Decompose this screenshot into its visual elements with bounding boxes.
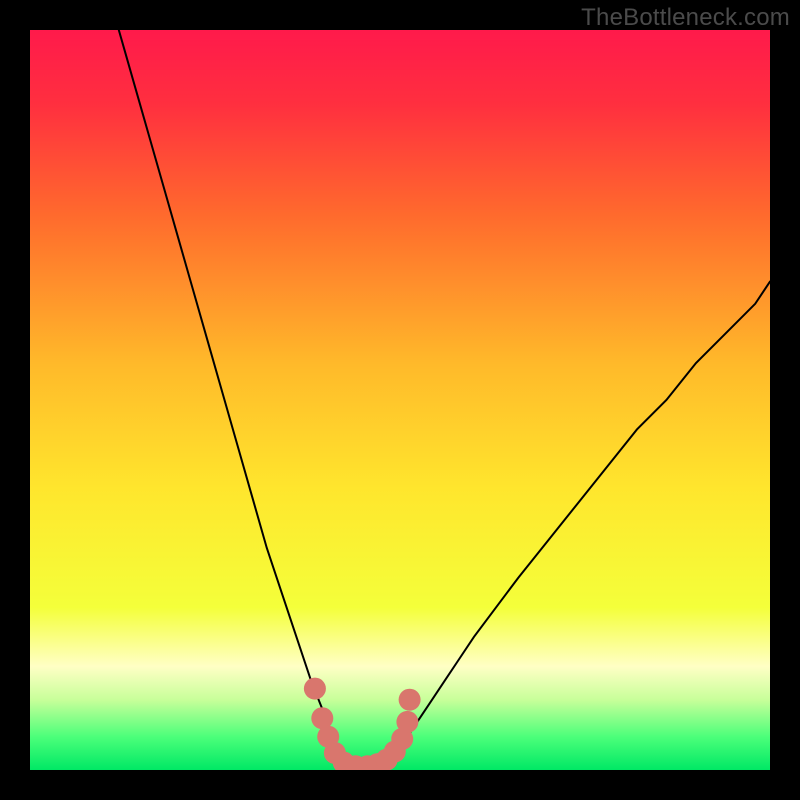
chart-plot: [30, 30, 770, 770]
watermark-text: TheBottleneck.com: [581, 4, 790, 32]
chart-frame: [30, 30, 770, 770]
gradient-background: [30, 30, 770, 770]
valley-marker: [399, 689, 421, 711]
valley-marker: [304, 678, 326, 700]
valley-marker: [396, 711, 418, 733]
